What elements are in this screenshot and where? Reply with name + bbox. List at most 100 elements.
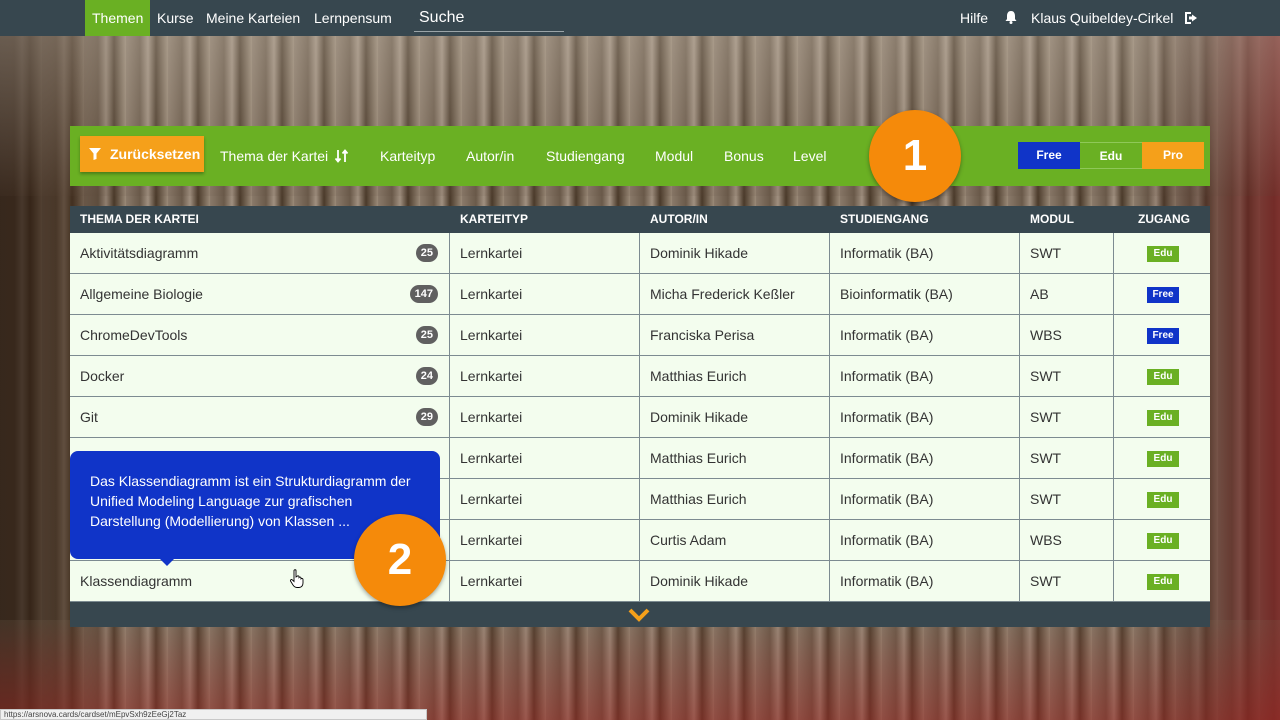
cell-topic[interactable]: Git 29 xyxy=(70,397,450,438)
cell-program: Informatik (BA) xyxy=(830,438,1020,479)
module-text: WBS xyxy=(1030,532,1062,548)
header-autor[interactable]: AUTOR/IN xyxy=(650,206,708,233)
cell-module: SWT xyxy=(1020,479,1114,520)
author-text: Curtis Adam xyxy=(650,532,727,548)
tooltip-text: Das Klassendiagramm ist ein Strukturdiag… xyxy=(90,473,411,529)
access-badge: Edu xyxy=(1147,533,1179,549)
status-url-bar: https://arsnova.cards/cardset/mEpvSxh9zE… xyxy=(0,709,427,720)
topic-text: Klassendiagramm xyxy=(80,573,193,589)
cell-access: Edu xyxy=(1114,438,1210,479)
module-text: SWT xyxy=(1030,491,1062,507)
access-badge: Edu xyxy=(1147,451,1179,467)
cardset-table: THEMA DER KARTEI KARTEITYP AUTOR/IN STUD… xyxy=(70,206,1210,627)
table-row[interactable]: Allgemeine Biologie 147 Lernkartei Micha Fr… xyxy=(70,274,1210,315)
table-row[interactable]: Aktivitätsdiagramm 25 Lernkartei Dominik Hi… xyxy=(70,233,1210,274)
segment-pro[interactable]: Pro xyxy=(1142,142,1204,169)
cell-topic[interactable]: ChromeDevTools 25 xyxy=(70,315,450,356)
cell-access: Edu xyxy=(1114,397,1210,438)
card-count-badge: 25 xyxy=(415,244,438,262)
nav-themen[interactable]: Themen xyxy=(85,0,151,36)
cell-access: Free xyxy=(1114,315,1210,356)
cell-module: WBS xyxy=(1020,520,1114,561)
author-text: Dominik Hikade xyxy=(650,245,749,261)
header-zugang[interactable]: ZUGANG xyxy=(1138,206,1190,233)
cell-author: Dominik Hikade xyxy=(640,233,830,274)
author-text: Dominik Hikade xyxy=(650,573,749,589)
user-name[interactable]: Klaus Quibeldey-Cirkel xyxy=(1031,0,1173,36)
filter-karteityp[interactable]: Karteityp xyxy=(380,126,435,186)
type-text: Lernkartei xyxy=(460,573,523,589)
filter-level[interactable]: Level xyxy=(793,126,826,186)
cell-access: Free xyxy=(1114,274,1210,315)
nav-lernpensum[interactable]: Lernpensum xyxy=(314,0,392,36)
nav-kurse[interactable]: Kurse xyxy=(157,0,194,36)
cell-access: Edu xyxy=(1114,479,1210,520)
header-modul[interactable]: MODUL xyxy=(1030,206,1074,233)
author-text: Matthias Eurich xyxy=(650,368,747,384)
bell-icon[interactable] xyxy=(1005,10,1017,24)
cell-topic[interactable]: Aktivitätsdiagramm 25 xyxy=(70,233,450,274)
cell-module: AB xyxy=(1020,274,1114,315)
card-count-badge: 29 xyxy=(415,408,438,426)
table-row[interactable]: Docker 24 Lernkartei Matthias Eurich Informa… xyxy=(70,356,1210,397)
nav-meine-karteien[interactable]: Meine Karteien xyxy=(206,0,300,36)
filter-modul[interactable]: Modul xyxy=(655,126,693,186)
cell-author: Franciska Perisa xyxy=(640,315,830,356)
table-row[interactable]: Klassendiagramm Lernkartei Dominik Hikade I… xyxy=(70,561,1210,602)
hand-cursor-icon xyxy=(289,569,304,588)
module-text: SWT xyxy=(1030,245,1062,261)
cell-author: Matthias Eurich xyxy=(640,356,830,397)
header-studiengang[interactable]: STUDIENGANG xyxy=(840,206,929,233)
cell-program: Informatik (BA) xyxy=(830,520,1020,561)
cell-program: Informatik (BA) xyxy=(830,356,1020,397)
nav-hilfe[interactable]: Hilfe xyxy=(960,0,988,36)
program-text: Informatik (BA) xyxy=(840,450,934,466)
author-text: Matthias Eurich xyxy=(650,491,747,507)
module-text: WBS xyxy=(1030,327,1062,343)
filter-studiengang[interactable]: Studiengang xyxy=(546,126,625,186)
chevron-down-icon[interactable] xyxy=(628,608,650,622)
access-badge: Edu xyxy=(1147,246,1179,262)
cell-module: SWT xyxy=(1020,438,1114,479)
filter-thema-label: Thema der Kartei xyxy=(220,148,329,164)
type-text: Lernkartei xyxy=(460,491,523,507)
logout-icon[interactable] xyxy=(1183,10,1199,26)
segment-edu[interactable]: Edu xyxy=(1080,142,1142,169)
filter-bonus[interactable]: Bonus xyxy=(724,126,764,186)
cell-program: Informatik (BA) xyxy=(830,479,1020,520)
access-badge: Edu xyxy=(1147,492,1179,508)
topic-text: Allgemeine Biologie xyxy=(80,286,203,302)
author-text: Dominik Hikade xyxy=(650,409,749,425)
cell-type: Lernkartei xyxy=(450,315,640,356)
cell-author: Dominik Hikade xyxy=(640,397,830,438)
reset-filter-button[interactable]: Zurücksetzen xyxy=(80,136,204,172)
table-header: THEMA DER KARTEI KARTEITYP AUTOR/IN STUD… xyxy=(70,206,1210,233)
cell-module: SWT xyxy=(1020,233,1114,274)
cell-topic[interactable]: Docker 24 xyxy=(70,356,450,397)
type-text: Lernkartei xyxy=(460,368,523,384)
module-text: SWT xyxy=(1030,409,1062,425)
header-karteityp[interactable]: KARTEITYP xyxy=(460,206,528,233)
table-row[interactable]: ChromeDevTools 25 Lernkartei Franciska Peri… xyxy=(70,315,1210,356)
cell-topic[interactable]: Allgemeine Biologie 147 xyxy=(70,274,450,315)
table-row[interactable]: Git 29 Lernkartei Dominik Hikade Informatik … xyxy=(70,397,1210,438)
program-text: Informatik (BA) xyxy=(840,532,934,548)
header-thema[interactable]: THEMA DER KARTEI xyxy=(80,206,199,233)
type-text: Lernkartei xyxy=(460,245,523,261)
cell-type: Lernkartei xyxy=(450,356,640,397)
search-input[interactable]: Suche xyxy=(414,4,564,32)
module-text: AB xyxy=(1030,286,1049,302)
filter-autor[interactable]: Autor/in xyxy=(466,126,514,186)
filter-bar: Zurücksetzen Thema der Kartei Karteityp … xyxy=(70,126,1210,186)
segment-free[interactable]: Free xyxy=(1018,142,1080,169)
cell-module: SWT xyxy=(1020,397,1114,438)
callout-one: 1 xyxy=(869,110,961,202)
filter-thema[interactable]: Thema der Kartei xyxy=(220,126,349,186)
cell-module: SWT xyxy=(1020,561,1114,602)
program-text: Informatik (BA) xyxy=(840,491,934,507)
callout-two: 2 xyxy=(354,514,446,606)
topic-text: ChromeDevTools xyxy=(80,327,188,343)
access-badge: Edu xyxy=(1147,410,1179,426)
cell-type: Lernkartei xyxy=(450,438,640,479)
table-footer xyxy=(70,602,1210,627)
